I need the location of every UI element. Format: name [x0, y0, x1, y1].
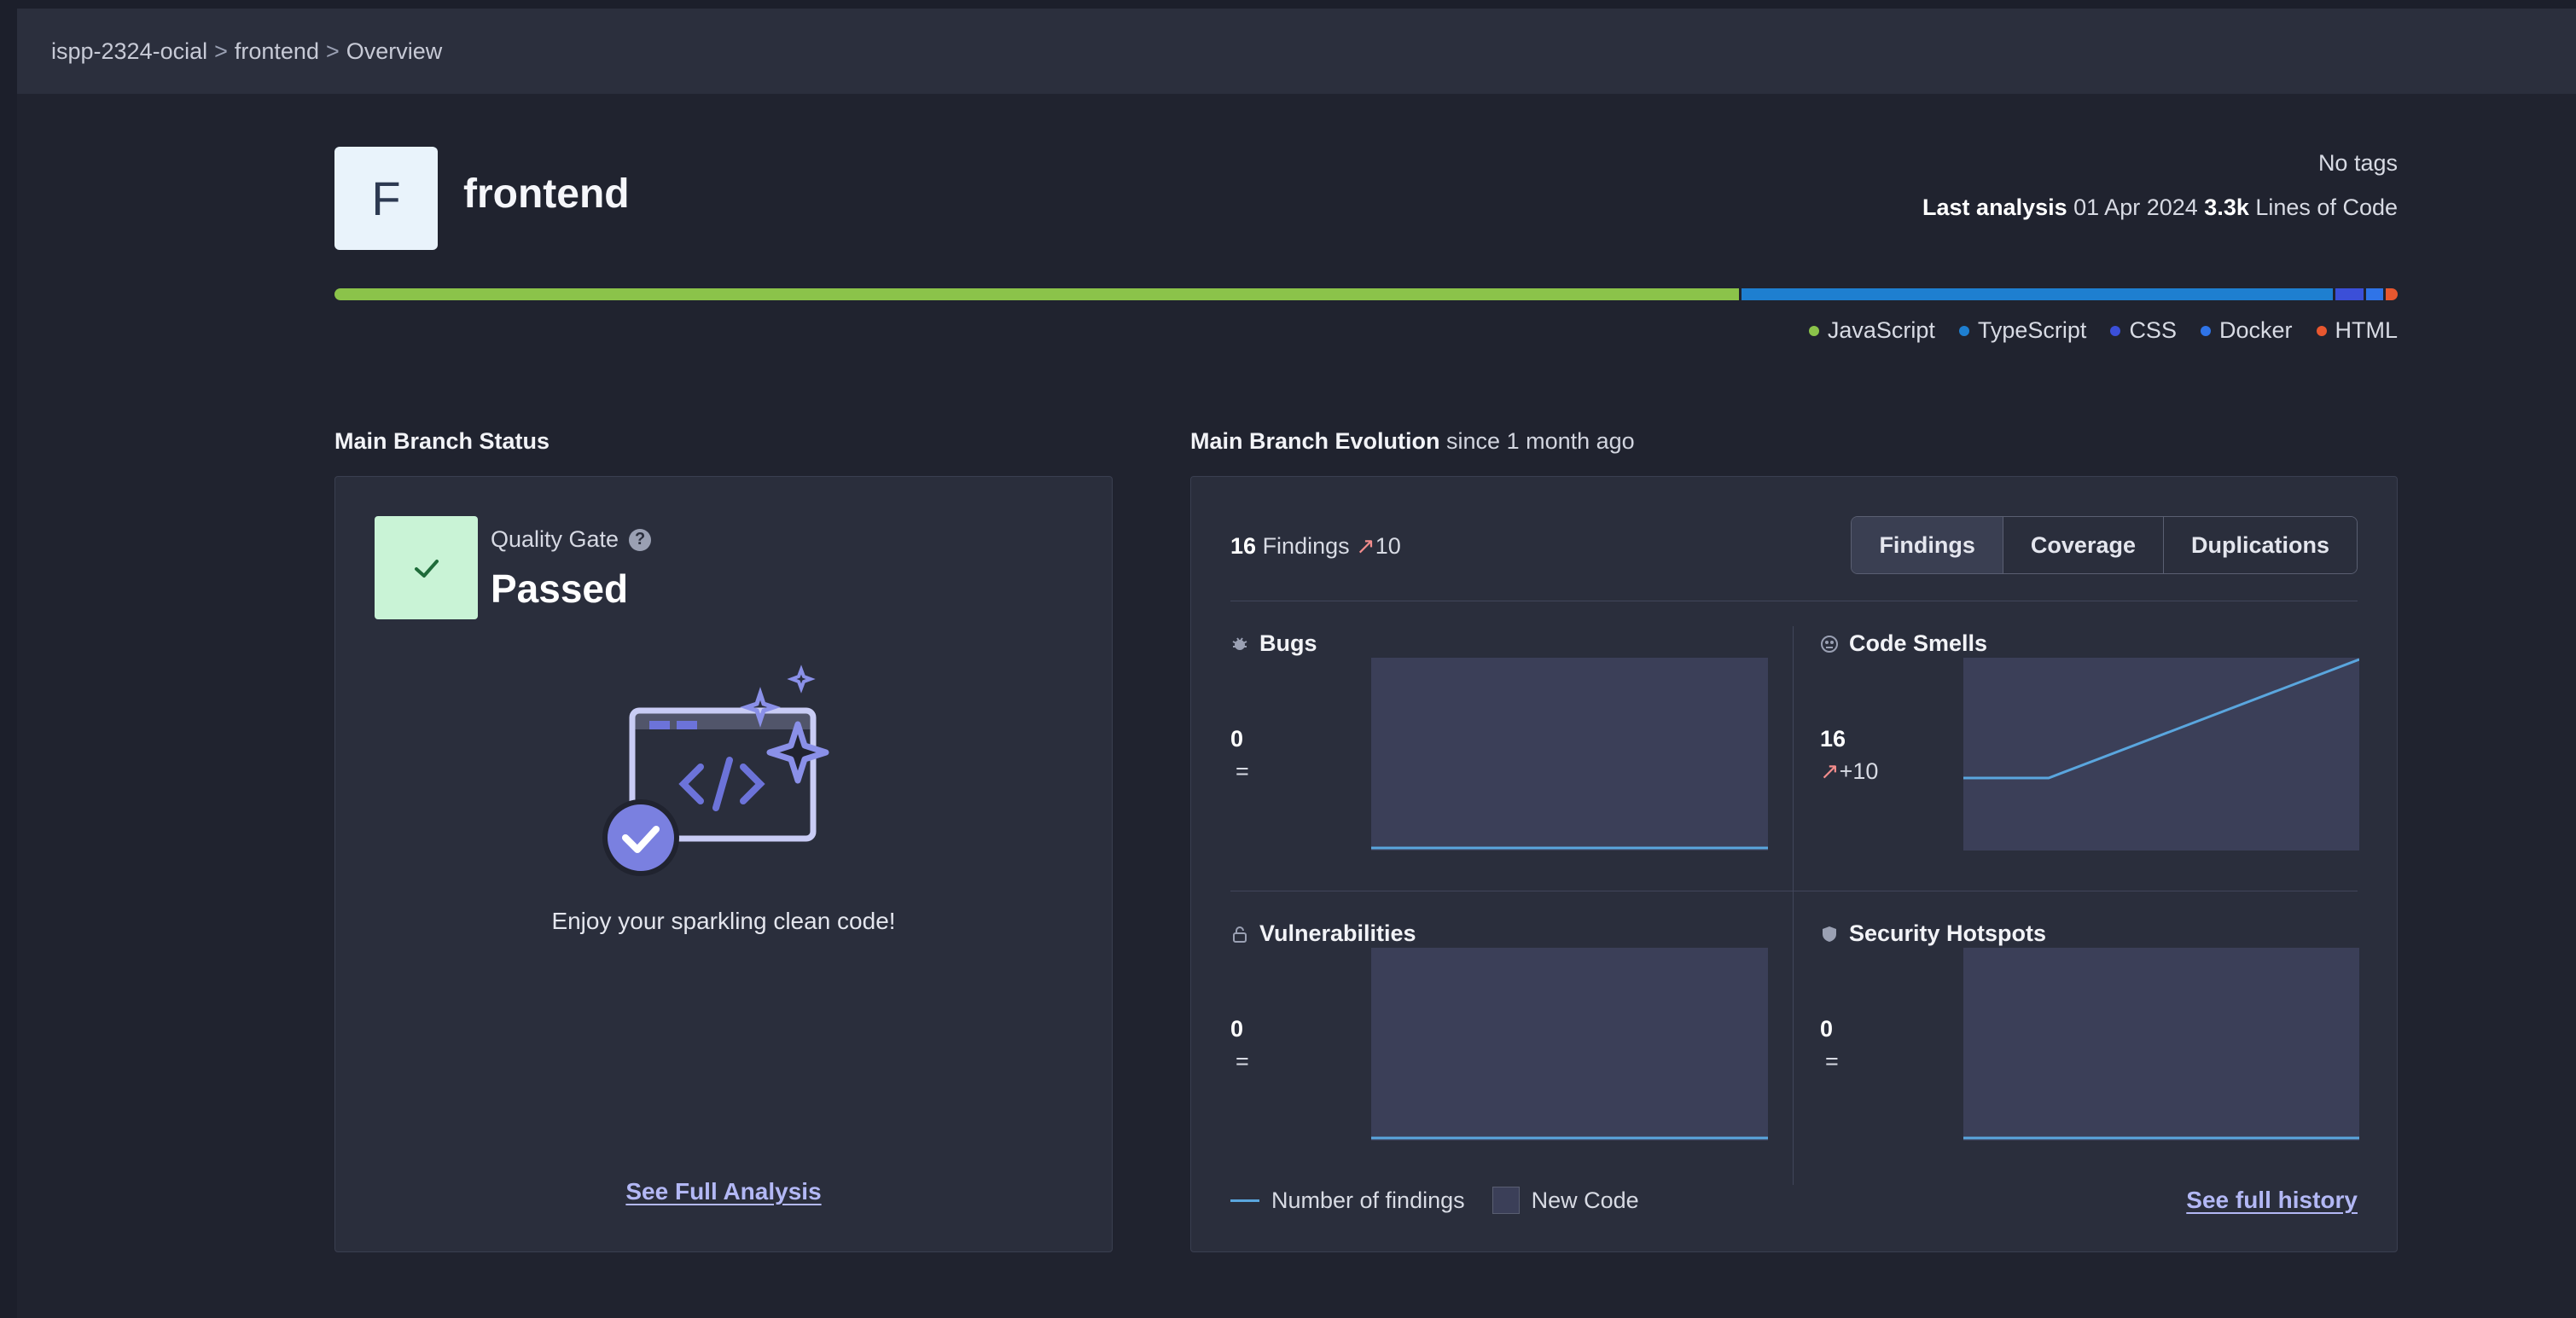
- language-legend-item: HTML: [2316, 317, 2399, 344]
- loc-value: 3.3k: [2204, 195, 2249, 220]
- metric-vulnerabilities-title: Vulnerabilities: [1230, 920, 1768, 947]
- quality-gate-label: Quality Gate ?: [491, 526, 652, 553]
- dot-icon: [2316, 325, 2327, 336]
- code-smells-value: 16: [1820, 726, 1846, 752]
- see-full-analysis-link[interactable]: See Full Analysis: [625, 1178, 821, 1205]
- vulnerabilities-label: Vulnerabilities: [1259, 920, 1416, 946]
- tab-findings[interactable]: Findings: [1852, 517, 2003, 573]
- language-segment-css: [2335, 288, 2364, 300]
- last-analysis-date: 01 Apr 2024: [2073, 195, 2198, 220]
- loc-label: Lines of Code: [2255, 195, 2398, 220]
- project-name: frontend: [463, 171, 630, 217]
- quality-gate-text: Quality Gate: [491, 526, 619, 552]
- dot-icon: [2110, 325, 2121, 336]
- breadcrumb-org[interactable]: ispp-2324-ocial: [51, 38, 207, 65]
- legend-line-swatch: [1230, 1199, 1259, 1202]
- code-smells-delta: ↗+10: [1820, 758, 1878, 785]
- code-smells-delta-value: +10: [1839, 758, 1879, 784]
- vulnerabilities-sparkline: [1371, 948, 1768, 1141]
- bugs-value: 0: [1230, 726, 1244, 752]
- hotspots-label: Security Hotspots: [1849, 920, 2047, 946]
- breadcrumb-page[interactable]: Overview: [346, 38, 443, 65]
- chart-legend: Number of findings New Code: [1230, 1187, 1639, 1214]
- tab-duplications[interactable]: Duplications: [2162, 517, 2357, 573]
- evolution-subtitle: since 1 month ago: [1446, 428, 1635, 454]
- dot-icon: [2200, 325, 2211, 336]
- shield-icon: [1823, 926, 1836, 942]
- language-name: CSS: [2129, 317, 2177, 343]
- breadcrumb: ispp-2324-ocial > frontend > Overview: [17, 9, 2576, 94]
- metric-code-smells-title: Code Smells: [1820, 630, 2359, 657]
- language-segment-html: [2385, 288, 2398, 300]
- vulnerabilities-delta: =: [1236, 1048, 1249, 1074]
- quality-gate-status: Passed: [491, 566, 629, 611]
- metric-bugs-title: Bugs: [1230, 630, 1768, 657]
- evolution-card: 16 Findings ↗10 Findings Coverage Duplic…: [1190, 476, 2398, 1252]
- dot-icon: [1808, 325, 1819, 336]
- chevron-right-icon: >: [214, 38, 228, 64]
- dot-icon: [1958, 325, 1969, 336]
- legend-number-of-findings: Number of findings: [1271, 1187, 1465, 1213]
- language-name: Docker: [2218, 317, 2293, 343]
- hotspots-delta: =: [1825, 1048, 1839, 1074]
- hotspots-value: 0: [1820, 1016, 1834, 1042]
- bug-icon: [1232, 636, 1247, 650]
- language-distribution-bar: [334, 288, 2398, 300]
- code-smells-label: Code Smells: [1849, 630, 1988, 656]
- bugs-label: Bugs: [1259, 630, 1317, 656]
- language-name: TypeScript: [1977, 317, 2087, 343]
- language-legend: JavaScript TypeScript CSS Docker HTML: [1808, 317, 2399, 344]
- language-legend-item: JavaScript: [1808, 317, 1935, 344]
- main-branch-status-title: Main Branch Status: [334, 428, 550, 454]
- language-legend-item: Docker: [2200, 317, 2293, 344]
- metric-bugs: Bugs 0 =: [1230, 630, 1768, 878]
- see-full-history-link[interactable]: See full history: [2186, 1187, 2358, 1213]
- clean-code-illustration-icon: [600, 656, 856, 908]
- vulnerabilities-value: 0: [1230, 1016, 1244, 1042]
- findings-delta: 10: [1375, 533, 1401, 559]
- trend-up-icon: ↗: [1356, 533, 1375, 559]
- findings-count: 16: [1230, 533, 1257, 559]
- check-icon: [375, 516, 478, 619]
- legend-new-code-swatch: [1492, 1187, 1520, 1214]
- language-legend-item: TypeScript: [1958, 317, 2087, 344]
- tab-coverage[interactable]: Coverage: [2002, 517, 2163, 573]
- metric-security-hotspots-title: Security Hotspots: [1820, 920, 2359, 947]
- metric-vulnerabilities: Vulnerabilities 0 =: [1230, 920, 1768, 1168]
- bugs-sparkline: [1371, 658, 1768, 851]
- chevron-right-icon: >: [325, 38, 340, 64]
- last-analysis-label: Last analysis: [1922, 195, 2067, 220]
- language-name: HTML: [2335, 317, 2399, 343]
- code-smell-icon: [1821, 635, 1838, 653]
- language-legend-item: CSS: [2110, 317, 2177, 344]
- hotspots-sparkline: [1963, 948, 2359, 1141]
- language-name: JavaScript: [1827, 317, 1935, 343]
- legend-new-code: New Code: [1531, 1187, 1639, 1213]
- findings-summary: 16 Findings ↗10: [1230, 533, 1401, 560]
- evolution-tabs: Findings Coverage Duplications: [1851, 516, 2358, 574]
- language-segment-typescript: [1741, 288, 2333, 300]
- lock-icon: [1233, 926, 1247, 943]
- project-avatar: F: [334, 147, 438, 250]
- bugs-delta: =: [1236, 758, 1249, 784]
- evolution-title: Main Branch Evolution: [1190, 428, 1440, 454]
- code-smells-sparkline: [1963, 658, 2360, 851]
- main-branch-evolution-title: Main Branch Evolution since 1 month ago: [1190, 428, 1635, 455]
- trend-up-icon: ↗: [1820, 758, 1840, 784]
- metric-code-smells: Code Smells 16 ↗+10: [1820, 630, 2360, 878]
- quality-gate-card: Quality Gate ? Passed Enjoy your sparkli…: [334, 476, 1113, 1252]
- clean-code-message: Enjoy your sparkling clean code!: [551, 908, 896, 934]
- findings-label: Findings: [1262, 533, 1350, 559]
- language-segment-javascript: [334, 288, 1739, 300]
- metric-security-hotspots: Security Hotspots 0 =: [1820, 920, 2359, 1168]
- language-segment-docker: [2366, 288, 2383, 300]
- last-analysis: Last analysis 01 Apr 2024 3.3k Lines of …: [1922, 195, 2398, 221]
- breadcrumb-project[interactable]: frontend: [235, 38, 319, 65]
- project-tags[interactable]: No tags: [2318, 150, 2398, 177]
- help-icon[interactable]: ?: [629, 528, 652, 551]
- divider: [1793, 626, 1794, 1185]
